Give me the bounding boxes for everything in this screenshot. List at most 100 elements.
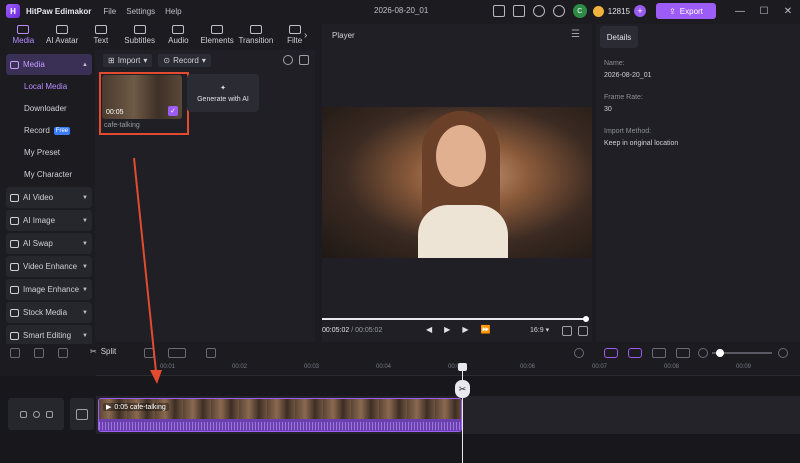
- time-readout: 00:05:02 / 00:05:02: [322, 327, 382, 334]
- chevron-up-icon: ▲: [82, 61, 88, 68]
- close-button[interactable]: ✕: [776, 6, 800, 17]
- ruler-tick: 00:03: [304, 364, 320, 370]
- chevron-down-icon: ▾: [143, 56, 148, 65]
- track-lock-icon[interactable]: [19, 410, 27, 418]
- sidebar-item-my-character[interactable]: My Character: [6, 164, 92, 185]
- track-header: [8, 398, 64, 430]
- microphone-icon[interactable]: [574, 348, 584, 358]
- chevron-right-icon[interactable]: ›: [304, 30, 307, 41]
- preview-subject-sweater: [418, 205, 508, 258]
- media-icon: [10, 60, 19, 69]
- split-button[interactable]: ✂ Split: [90, 347, 116, 356]
- minimize-button[interactable]: —: [728, 6, 752, 17]
- menu-settings[interactable]: Settings: [126, 7, 155, 16]
- avatar-icon: [56, 25, 69, 34]
- menu-help[interactable]: Help: [165, 7, 181, 16]
- clip-audio-waveform: [99, 419, 461, 431]
- sidebar-item-ai-swap[interactable]: AI Swap ▼: [6, 233, 92, 254]
- sidebar-item-ai-image[interactable]: AI Image ▼: [6, 210, 92, 231]
- timeline-ruler[interactable]: 00:01 00:02 00:03 00:04 00:05 00:06 00:0…: [96, 362, 800, 376]
- playhead-handle[interactable]: [458, 363, 467, 371]
- tab-subtitles[interactable]: Subtitles: [120, 22, 159, 48]
- media-clip-card[interactable]: 00:05 ✓ cafe-talking: [99, 72, 189, 135]
- video-preview[interactable]: [322, 107, 592, 258]
- tab-label: Audio: [168, 36, 189, 45]
- sidebar-item-image-enhance[interactable]: Image Enhance ▼: [6, 279, 92, 300]
- magnet-snap-icon[interactable]: [604, 348, 618, 358]
- play-icon[interactable]: ▶: [444, 325, 450, 334]
- replace-cover-button[interactable]: [70, 398, 94, 430]
- sidebar-item-label: AI Image: [23, 216, 56, 225]
- eye-icon[interactable]: [32, 410, 40, 418]
- fast-forward-icon[interactable]: ⏩: [480, 325, 490, 334]
- menu-file[interactable]: File: [103, 7, 116, 16]
- timeline-clip[interactable]: ▶ 0:05 cafe-talking: [98, 398, 462, 432]
- sidebar-item-my-preset[interactable]: My Preset: [6, 142, 92, 163]
- sidebar-item-media[interactable]: Media ▲: [6, 54, 92, 75]
- track-height-icon[interactable]: [652, 348, 666, 358]
- zoom-slider[interactable]: [712, 349, 772, 357]
- aspect-ratio-value: 16:9: [530, 327, 544, 334]
- sidebar-item-smart-editing[interactable]: Smart Editing ▼: [6, 325, 92, 346]
- next-frame-icon[interactable]: ▶: [462, 325, 468, 334]
- tab-filters[interactable]: Filte: [275, 22, 314, 48]
- sidebar-item-local-media[interactable]: Local Media: [6, 76, 92, 97]
- text-tool-icon[interactable]: [168, 348, 186, 358]
- redo-icon[interactable]: [34, 348, 44, 358]
- download-icon[interactable]: [532, 5, 545, 17]
- music-note-icon: [172, 25, 185, 34]
- ruler-tick: 00:06: [520, 364, 536, 370]
- elements-icon: [211, 25, 224, 34]
- tab-ai-avatar[interactable]: AI Avatar: [43, 22, 82, 48]
- record-button[interactable]: ⊙ Record ▾: [158, 54, 211, 67]
- tab-audio[interactable]: Audio: [159, 22, 198, 48]
- hamburger-menu-icon[interactable]: ☰: [571, 29, 580, 40]
- search-icon[interactable]: [283, 55, 293, 65]
- freeze-icon[interactable]: [144, 348, 154, 358]
- snapshot-icon[interactable]: [562, 326, 572, 336]
- add-credits-button[interactable]: +: [634, 5, 646, 17]
- sidebar-item-stock-media[interactable]: Stock Media ▼: [6, 302, 92, 323]
- sidebar-item-ai-video[interactable]: AI Video ▼: [6, 187, 92, 208]
- playback-progress-bar[interactable]: [322, 316, 589, 322]
- undo-icon[interactable]: [10, 348, 20, 358]
- sidebar-item-video-enhance[interactable]: Video Enhance ▼: [6, 256, 92, 277]
- import-button[interactable]: ⊞ Import ▾: [103, 54, 153, 67]
- delete-icon[interactable]: [58, 348, 68, 358]
- avatar[interactable]: C: [572, 4, 587, 18]
- tab-media[interactable]: Media: [4, 22, 43, 48]
- total-time: 00:05:02: [355, 327, 383, 334]
- fit-icon[interactable]: [676, 348, 690, 358]
- aspect-ratio-select[interactable]: 16:9 ▾: [530, 326, 549, 334]
- generate-with-ai-button[interactable]: ✦ Generate with AI: [187, 74, 259, 112]
- maximize-button[interactable]: ☐: [752, 6, 776, 17]
- tab-details[interactable]: Details: [600, 26, 638, 48]
- zoom-in-icon[interactable]: [778, 348, 788, 358]
- help-icon[interactable]: [552, 5, 565, 17]
- zoom-slider-knob[interactable]: [716, 349, 724, 357]
- previous-frame-icon[interactable]: ◀: [426, 325, 432, 334]
- export-button[interactable]: ⇪ Export: [656, 3, 716, 19]
- list-view-icon[interactable]: [299, 55, 309, 65]
- sidebar-item-downloader[interactable]: Downloader: [6, 98, 92, 119]
- fullscreen-icon[interactable]: [578, 326, 588, 336]
- sidebar-item-record[interactable]: Record Free: [6, 120, 92, 141]
- link-icon[interactable]: [628, 348, 642, 358]
- preview-icon[interactable]: [512, 5, 525, 17]
- crop-icon[interactable]: [206, 348, 216, 358]
- zoom-out-icon[interactable]: [698, 348, 708, 358]
- document-title: 2026-08-20_01: [374, 6, 429, 15]
- playback-controls: ◀ ▶ ▶ ⏩: [426, 325, 490, 334]
- tab-label: AI Avatar: [45, 36, 79, 45]
- import-label: Import: [117, 56, 141, 65]
- tab-text[interactable]: Text: [82, 22, 121, 48]
- layout-icon[interactable]: [492, 5, 505, 17]
- tab-elements[interactable]: Elements: [198, 22, 237, 48]
- progress-knob[interactable]: [583, 316, 589, 322]
- tab-transition[interactable]: Transition: [237, 22, 276, 48]
- subtitles-icon: [133, 25, 146, 34]
- record-icon: ⊙: [163, 56, 171, 65]
- split-at-playhead-icon[interactable]: ✂: [455, 380, 470, 398]
- smart-editing-icon: [10, 331, 19, 340]
- speaker-icon[interactable]: [45, 410, 53, 418]
